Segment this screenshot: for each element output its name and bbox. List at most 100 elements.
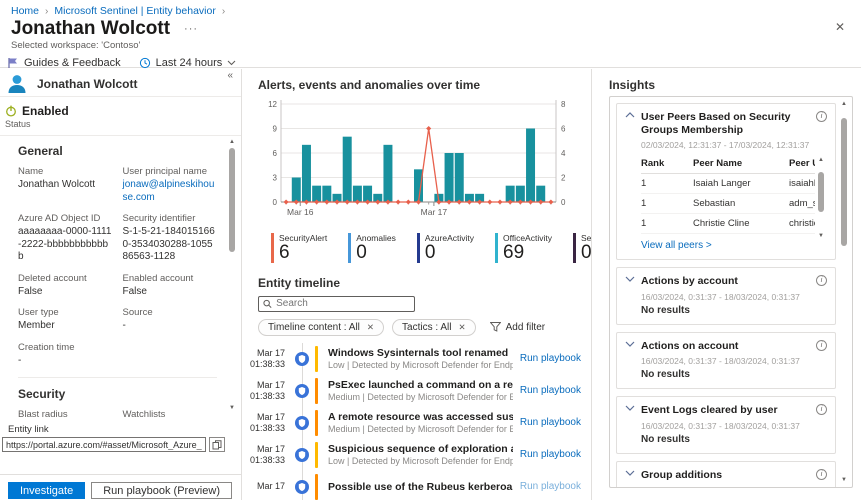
collapse-panel-icon[interactable]: «: [227, 70, 233, 81]
left-panel-scrollbar[interactable]: ▲ ▼: [226, 138, 238, 412]
scroll-thumb[interactable]: [818, 172, 824, 213]
investigate-button[interactable]: Investigate: [8, 482, 86, 499]
copy-icon[interactable]: [209, 437, 225, 452]
insight-card-event-logs-cleared[interactable]: Event Logs cleared by user i 16/03/2024,…: [616, 396, 836, 454]
info-icon[interactable]: i: [816, 468, 827, 480]
upn-link[interactable]: jonaw@alpineskihouse.com: [123, 179, 215, 203]
status-value: Enabled: [22, 104, 69, 118]
chart-title: Alerts, events and anomalies over time: [258, 78, 481, 92]
timeline-item[interactable]: Mar 17 01:38:33 PsExec launched a command…: [243, 374, 591, 407]
view-all-peers-link[interactable]: View all peers >: [641, 240, 712, 251]
timeline-item[interactable]: Mar 17 01:38:33 A remote resource was acc…: [243, 406, 591, 439]
info-icon[interactable]: i: [816, 275, 827, 287]
entity-details-scroll-area[interactable]: General Name Jonathan Wolcott User princi…: [0, 136, 241, 418]
chevron-down-icon[interactable]: [625, 341, 635, 347]
insight-card-group-additions[interactable]: Group additions i 16/03/2024, 0:31:37 - …: [616, 460, 836, 487]
chevron-up-icon[interactable]: [625, 112, 635, 118]
chevron-down-icon: [227, 60, 236, 66]
run-playbook-link[interactable]: Run playbook: [513, 417, 591, 428]
scroll-down-arrow[interactable]: ▼: [229, 404, 235, 412]
scroll-down-arrow[interactable]: ▼: [818, 232, 824, 240]
insight-date-range: 02/03/2024, 12:31:37 - 17/03/2024, 12:31…: [641, 140, 810, 151]
info-icon[interactable]: i: [816, 404, 827, 416]
stat-anomalies: Anomalies 0: [348, 233, 396, 263]
peer-row[interactable]: 1 Christie Cline christiec@...: [641, 214, 815, 235]
search-icon: [263, 299, 272, 308]
breadcrumb-separator: ›: [221, 5, 226, 17]
run-playbook-button[interactable]: Run playbook (Preview): [91, 482, 232, 499]
svg-text:6: 6: [561, 125, 566, 134]
run-playbook-link[interactable]: Run playbook: [513, 353, 591, 364]
entity-link-input[interactable]: [2, 437, 206, 452]
timeline-item[interactable]: Mar 17 01:38:33 Suspicious sequence of ex…: [243, 438, 591, 471]
field-watchlists: Watchlists-: [122, 409, 166, 418]
alert-shield-icon: [295, 447, 309, 462]
stat-securityalert: SecurityAlert 6: [271, 233, 327, 263]
chevron-down-icon[interactable]: [625, 405, 635, 412]
main-content: Alerts, events and anomalies over time 0…: [243, 69, 591, 500]
alert-shield-icon: [295, 415, 309, 430]
scroll-up-arrow[interactable]: ▲: [841, 100, 847, 108]
info-icon[interactable]: i: [816, 111, 827, 122]
peer-row[interactable]: 1 Isaiah Langer isaiahl@w...: [641, 174, 815, 195]
security-section-title: Security: [18, 387, 66, 401]
entity-timeline-title: Entity timeline: [258, 275, 341, 290]
svg-text:12: 12: [268, 100, 277, 109]
insight-card-actions-on-account[interactable]: Actions on account i 16/03/2024, 0:31:37…: [616, 331, 836, 390]
filter-tactics[interactable]: Tactics : All ✕: [392, 318, 476, 336]
remove-filter-icon[interactable]: ✕: [367, 322, 374, 333]
insight-date-range: 16/03/2024, 0:31:37 - 18/03/2024, 0:31:3…: [641, 486, 827, 487]
selected-workspace: Selected workspace: 'Contoso': [11, 40, 141, 51]
svg-text:0: 0: [273, 198, 278, 207]
timeline-item[interactable]: Mar 17 Possible use of the Rubeus kerber…: [243, 470, 591, 500]
scroll-thumb[interactable]: [229, 148, 235, 252]
scroll-up-arrow[interactable]: ▲: [818, 156, 824, 164]
svg-text:Mar 16: Mar 16: [287, 207, 314, 217]
breadcrumb: Home › Microsoft Sentinel | Entity behav…: [0, 0, 861, 17]
severity-stripe: [315, 345, 318, 372]
run-playbook-link[interactable]: Run playbook: [513, 481, 591, 492]
peer-row[interactable]: 1 Sebastian adm_seull...: [641, 194, 815, 215]
entity-name: Jonathan Wolcott: [37, 76, 138, 91]
stat-securityevent: SecurityEvent0: [572, 233, 591, 263]
user-avatar: [8, 74, 26, 93]
scroll-down-arrow[interactable]: ▼: [841, 476, 847, 484]
run-playbook-link[interactable]: Run playbook: [513, 385, 591, 396]
breadcrumb-separator: ›: [45, 5, 49, 17]
search-input[interactable]: [276, 298, 410, 310]
toolbar: Guides & Feedback Last 24 hours: [0, 51, 861, 69]
alert-shield-icon: [295, 479, 309, 494]
scroll-thumb[interactable]: [841, 118, 847, 246]
insights-container: User Peers Based on Security Groups Memb…: [609, 96, 853, 488]
breadcrumb-home[interactable]: Home: [11, 5, 39, 17]
page-header: Home › Microsoft Sentinel | Entity behav…: [0, 0, 861, 69]
filter-timeline-content[interactable]: Timeline content : All ✕: [258, 318, 385, 336]
chevron-down-icon[interactable]: [625, 276, 635, 283]
stat-azureactivity: AzureActivity 0: [416, 233, 474, 263]
insights-title: Insights: [609, 78, 656, 92]
chevron-down-icon[interactable]: [625, 470, 635, 476]
col-rank: Rank: [641, 158, 665, 170]
more-options-icon[interactable]: ···: [184, 23, 198, 35]
insight-date-range: 16/03/2024, 0:31:37 - 18/03/2024, 0:31:3…: [641, 291, 800, 302]
guides-feedback-button[interactable]: Guides & Feedback: [7, 57, 121, 69]
info-icon[interactable]: i: [816, 339, 827, 351]
peers-table-scrollbar[interactable]: ▲ ▼: [815, 156, 827, 240]
close-icon[interactable]: ✕: [835, 20, 845, 34]
entity-details-panel: Jonathan Wolcott « Enabled Status Genera…: [0, 69, 242, 500]
breadcrumb-sentinel-entity-behavior[interactable]: Microsoft Sentinel | Entity behavior: [54, 5, 215, 17]
insights-scrollbar[interactable]: ▲ ▼: [838, 100, 850, 484]
remove-filter-icon[interactable]: ✕: [459, 322, 466, 333]
time-range-picker[interactable]: Last 24 hours: [139, 57, 237, 69]
add-filter-button[interactable]: Add filter: [484, 320, 551, 335]
alerts-events-chart: 0 3 6 9 12 0 2 4 6 8 Mar 16 Mar 17: [253, 94, 591, 229]
insight-card-actions-by-account[interactable]: Actions by account i 16/03/2024, 0:31:37…: [616, 267, 836, 325]
general-section-title: General: [18, 144, 63, 158]
svg-text:9: 9: [273, 125, 278, 134]
run-playbook-link[interactable]: Run playbook: [513, 449, 591, 460]
timeline-item[interactable]: Mar 17 01:38:33 Windows Sysinternals tool…: [243, 342, 591, 375]
insight-card-user-peers[interactable]: User Peers Based on Security Groups Memb…: [616, 103, 836, 261]
page-title: Jonathan Wolcott: [11, 18, 171, 39]
scroll-up-arrow[interactable]: ▲: [229, 138, 235, 146]
timeline-search[interactable]: [258, 295, 415, 312]
